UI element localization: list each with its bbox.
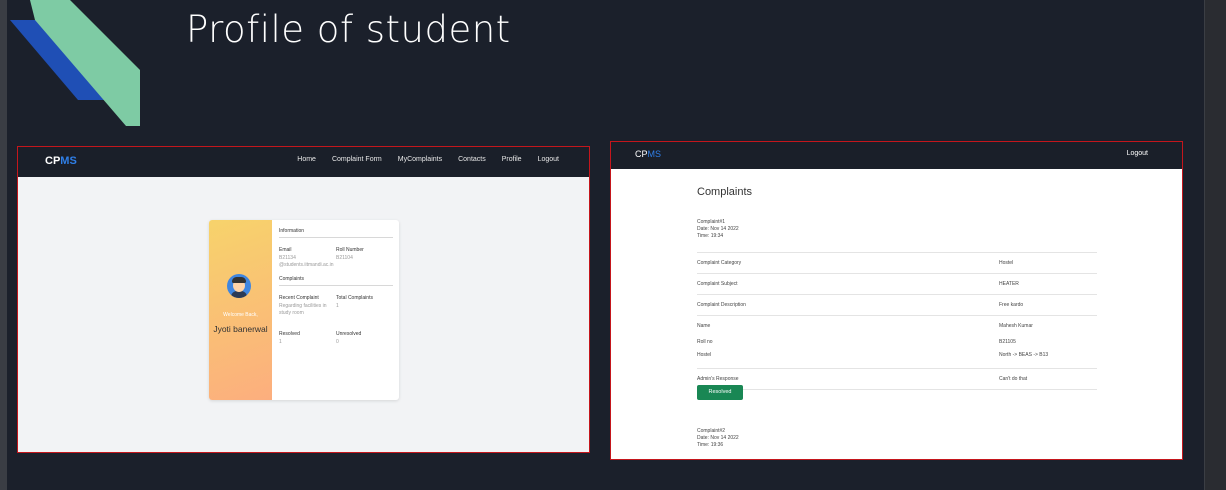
complaint-id: Complaint#2 xyxy=(697,428,726,434)
recent-complaint-label: Recent Complaint xyxy=(279,295,319,301)
table-row: Complaint Description Free kardo xyxy=(697,294,1097,315)
complaint-time: Time: 19:34 xyxy=(697,233,724,239)
complaints-page-screenshot: CPMS Logout Complaints Complaint#1 Date:… xyxy=(610,141,1183,460)
welcome-text: Welcome Back, xyxy=(223,312,258,318)
nav-complaint-form[interactable]: Complaint Form xyxy=(332,156,382,163)
total-complaints-value: 1 xyxy=(336,303,339,309)
complaint-date: Date: Nov 14 2022 xyxy=(697,226,739,232)
complaint-id: Complaint#1 xyxy=(697,219,726,225)
table-row: Name Mahesh Kumar xyxy=(697,315,1097,336)
complaint-time: Time: 19:36 xyxy=(697,442,724,448)
roll-number-label: Roll Number xyxy=(336,247,364,253)
nav-contacts[interactable]: Contacts xyxy=(458,156,486,163)
resolved-value: 1 xyxy=(279,339,282,345)
user-name: Jyoti banerwal xyxy=(213,324,268,334)
profile-navbar: CPMS Home Complaint Form MyComplaints Co… xyxy=(18,147,589,177)
table-row: Hostel North -> BEAS -> B13 xyxy=(697,352,1049,358)
brand-logo[interactable]: CPMS xyxy=(45,155,77,167)
complaints-title: Complaints xyxy=(697,186,753,198)
nav-home[interactable]: Home xyxy=(297,156,316,163)
slide-title: Profile of student xyxy=(186,8,511,51)
complaint-date: Date: Nov 14 2022 xyxy=(697,435,739,441)
avatar xyxy=(227,274,251,298)
resolved-label: Resolved xyxy=(279,331,300,337)
profile-page-screenshot: CPMS Home Complaint Form MyComplaints Co… xyxy=(17,146,590,453)
table-row: Complaint Category Hostel xyxy=(697,252,1097,273)
nav-mycomplaints[interactable]: MyComplaints xyxy=(398,156,442,163)
resolved-button[interactable]: Resolved xyxy=(697,385,743,400)
brand-logo[interactable]: CPMS xyxy=(635,149,661,159)
email-value: B21134 @students.iitmandi.ac.in xyxy=(279,255,334,268)
complaint-1-meta: Complaint#1 Date: Nov 14 2022 Time: 19:3… xyxy=(697,219,739,240)
information-heading: Information xyxy=(279,228,305,234)
complaints-heading: Complaints xyxy=(279,276,305,282)
logout-link[interactable]: Logout xyxy=(1127,150,1148,157)
table-row: Complaint Subject HEATER xyxy=(697,273,1097,294)
decorative-stripes xyxy=(10,0,140,126)
complaint-2-meta: Complaint#2 Date: Nov 14 2022 Time: 19:3… xyxy=(697,428,739,449)
recent-complaint-value: Regarding facilities in study room xyxy=(279,303,327,316)
unresolved-value: 0 xyxy=(336,339,339,345)
complaint-details-table: Complaint Category Hostel Complaint Subje… xyxy=(697,252,1097,390)
nav-logout[interactable]: Logout xyxy=(538,156,559,163)
table-row: Roll no B21105 xyxy=(697,339,1016,345)
profile-card: Welcome Back, Jyoti banerwal Information… xyxy=(209,220,399,400)
roll-number-value: B21104 xyxy=(336,255,353,261)
table-row: Admin's Response Can't do that xyxy=(697,368,1097,390)
nav-profile[interactable]: Profile xyxy=(502,156,522,163)
unresolved-label: Unresolved xyxy=(336,331,362,337)
total-complaints-label: Total Complaints xyxy=(336,295,373,301)
profile-card-sidebar: Welcome Back, Jyoti banerwal xyxy=(209,220,272,400)
email-label: Email xyxy=(279,247,292,253)
complaints-navbar: CPMS Logout xyxy=(611,142,1182,169)
right-scrollbar[interactable] xyxy=(1204,0,1226,490)
